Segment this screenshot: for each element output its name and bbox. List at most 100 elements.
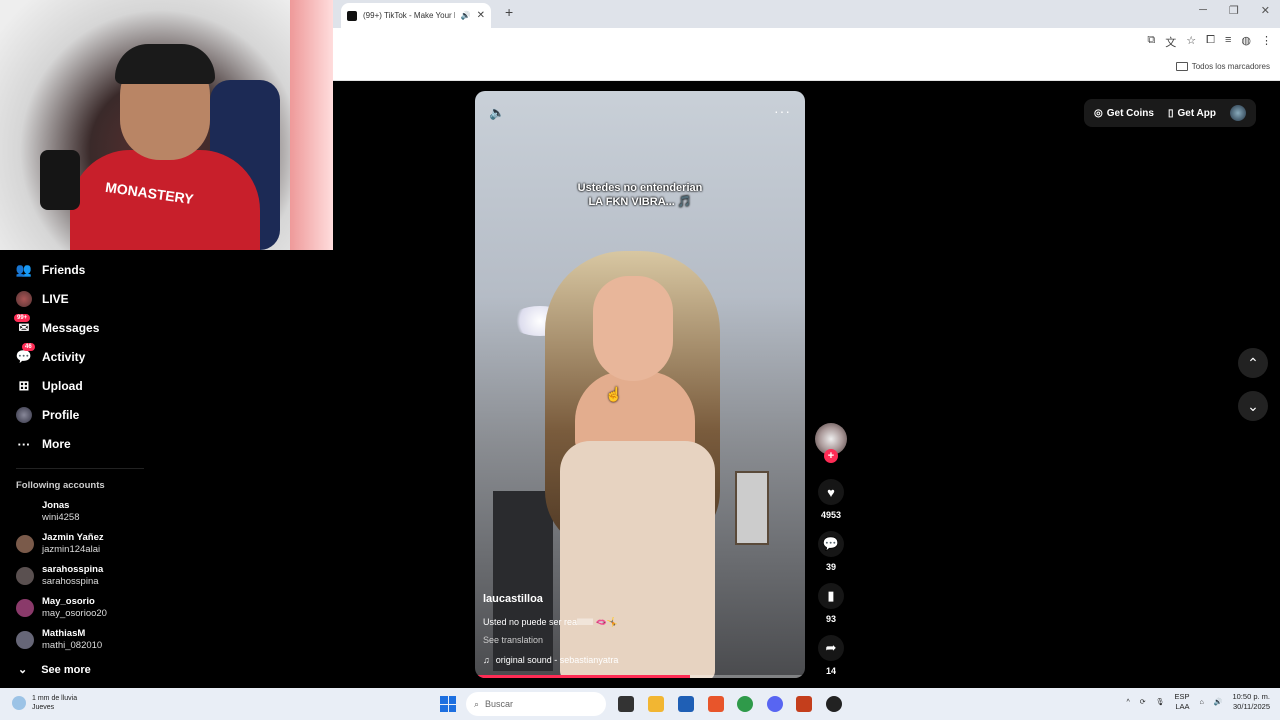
previous-video-button[interactable]: ⌃ [1238, 348, 1268, 378]
microphone [40, 150, 80, 210]
chrome-icon[interactable] [737, 696, 753, 712]
tab-sound-icon[interactable]: 🔊 [461, 11, 471, 20]
following-accounts-title: Following accounts [16, 480, 105, 491]
tab-close-icon[interactable]: ✕ [477, 10, 485, 21]
video-player[interactable]: 🔈 ··· Ustedes no entenderian LA FKN VIBR… [475, 91, 805, 678]
brave-icon[interactable] [708, 696, 724, 712]
streamer-hair [115, 44, 215, 84]
browser-profile-icon[interactable]: ◍ [1241, 34, 1251, 50]
bookmarks-bar: Todos los marcadores [333, 56, 1280, 81]
webcam-overlay: MONASTERY [0, 0, 333, 250]
browser-tab-bar: (99+) TikTok - Make Your D... 🔊 ✕ + ─ ❐ … [333, 0, 1280, 28]
obs-icon[interactable] [826, 696, 842, 712]
chevron-down-icon: ⌄ [18, 664, 28, 676]
task-view-icon[interactable] [618, 696, 634, 712]
video-subject-dress [560, 441, 715, 678]
weather-widget[interactable]: 1 mm de lluvia Jueves [12, 694, 77, 712]
music-note-icon: ♫ [483, 655, 490, 665]
language-indicator[interactable]: ESP LAA [1175, 692, 1190, 712]
video-description: Usted no puede ser reallllllll 🫦🤸 [483, 617, 618, 627]
led-light [290, 0, 333, 250]
window-controls: ─ ❐ ✕ [1199, 4, 1270, 17]
more-options-icon[interactable]: ··· [774, 103, 791, 119]
avatar [16, 535, 34, 553]
weather-icon [12, 696, 26, 710]
following-account[interactable]: Jazmin Yañez jazmin124alai [16, 532, 104, 556]
save-action[interactable]: ▮ 93 [815, 583, 847, 624]
maximize-button[interactable]: ❐ [1229, 4, 1239, 17]
powerpoint-icon[interactable] [796, 696, 812, 712]
save-count: 93 [825, 614, 836, 624]
taskbar-search-placeholder: Buscar [485, 699, 514, 709]
following-account[interactable]: Jonas wini4258 [16, 500, 80, 524]
comment-action[interactable]: 💬 39 [815, 531, 847, 572]
account-handle: sarahosspina [42, 576, 99, 587]
weather-line-1: 1 mm de lluvia [32, 695, 78, 702]
sidebar-item-activity[interactable]: 💬 46 Activity [16, 343, 85, 365]
minimize-button[interactable]: ─ [1199, 4, 1207, 17]
following-account[interactable]: May_osorio may_osorioo20 [16, 596, 107, 620]
phone-icon: ▯ [1167, 107, 1174, 119]
all-bookmarks-label: Todos los marcadores [1191, 62, 1270, 71]
see-translation-link[interactable]: See translation [483, 635, 543, 645]
browser-tab-tiktok[interactable]: (99+) TikTok - Make Your D... 🔊 ✕ [341, 3, 491, 28]
following-account[interactable]: MathiasM mathi_082010 [16, 628, 102, 652]
browser-toolbar: ⧉ 文 ☆ ⧠ ≡ ◍ ⋮ [333, 28, 1280, 56]
comment-icon: 💬 [818, 531, 844, 557]
friends-icon: 👥 [15, 262, 33, 277]
tab-title: (99+) TikTok - Make Your D... [363, 11, 455, 20]
account-name: MathiasM [42, 628, 86, 639]
windows-start-icon[interactable] [440, 696, 456, 712]
volume-icon[interactable]: 🔈 [489, 105, 505, 121]
sidebar-item-more[interactable]: ··· More [16, 436, 71, 452]
sidebar-item-upload[interactable]: ⊞ Upload [16, 378, 83, 394]
user-avatar[interactable] [1230, 105, 1246, 121]
sidebar-nav: 👥 Friends LIVE ✉ 99+ Messages 💬 46 Activ… [0, 250, 333, 688]
translate-icon[interactable]: 文 [1165, 34, 1176, 50]
sidebar-item-friends[interactable]: 👥 Friends [16, 262, 85, 278]
share-icon: ➦ [818, 635, 844, 661]
all-bookmarks-button[interactable]: Todos los marcadores [1175, 62, 1270, 71]
taskbar-search[interactable]: ⌕ Buscar [466, 692, 606, 716]
discord-icon[interactable] [767, 696, 783, 712]
avatar [16, 599, 34, 617]
video-caption-overlay: Ustedes no entenderian LA FKN VIBRA... 🎵 [475, 181, 805, 209]
coin-icon: ◎ [1094, 107, 1103, 119]
bookmark-star-icon[interactable]: ☆ [1186, 34, 1196, 50]
video-username[interactable]: laucastilloa [483, 593, 543, 605]
tiktok-favicon-icon [347, 10, 357, 21]
video-sound-link[interactable]: ♫ original sound - sebastianyatra [483, 655, 618, 665]
microphone-icon[interactable]: 🎙 [1156, 698, 1165, 706]
chevron-up-icon[interactable]: ^ [1126, 699, 1129, 706]
see-more-label: See more [41, 663, 91, 676]
sync-icon[interactable]: ⟳ [1140, 698, 1146, 706]
video-progress-fill [475, 675, 690, 678]
next-video-button[interactable]: ⌄ [1238, 391, 1268, 421]
follow-plus-icon[interactable]: + [824, 449, 838, 463]
get-app-button[interactable]: ▯ Get App [1168, 108, 1216, 119]
sidebar-item-label: LIVE [42, 292, 69, 306]
file-explorer-icon[interactable] [648, 696, 664, 712]
tab-search-icon[interactable]: ≡ [1225, 34, 1231, 50]
store-icon[interactable] [678, 696, 694, 712]
browser-menu-icon[interactable]: ⋮ [1261, 34, 1272, 50]
network-icon[interactable]: ⌂ [1200, 699, 1204, 706]
get-coins-button[interactable]: ◎ Get Coins [1094, 108, 1154, 119]
close-window-button[interactable]: ✕ [1261, 4, 1270, 17]
new-tab-button[interactable]: + [505, 4, 513, 20]
following-account[interactable]: sarahosspina sarahosspina [16, 564, 103, 588]
install-app-icon[interactable]: ⧉ [1147, 34, 1155, 50]
like-count: 4953 [820, 510, 842, 520]
extensions-icon[interactable]: ⧠ [1206, 34, 1215, 50]
video-progress-bar[interactable] [475, 675, 805, 678]
see-more-button[interactable]: ⌄ See more [18, 663, 91, 677]
sidebar-item-live[interactable]: LIVE [16, 291, 69, 307]
volume-tray-icon[interactable]: 🔊 [1214, 698, 1223, 706]
language-line-1: ESP [1174, 692, 1190, 701]
sidebar-item-profile[interactable]: Profile [16, 407, 79, 423]
sidebar-item-messages[interactable]: ✉ 99+ Messages [14, 314, 99, 336]
share-action[interactable]: ➦ 14 [815, 635, 847, 676]
chevron-up-icon: ⌃ [1247, 354, 1259, 371]
like-action[interactable]: ♥ 4953 [815, 479, 847, 520]
clock[interactable]: 10:50 p. m. 30/11/2025 [1232, 692, 1270, 712]
